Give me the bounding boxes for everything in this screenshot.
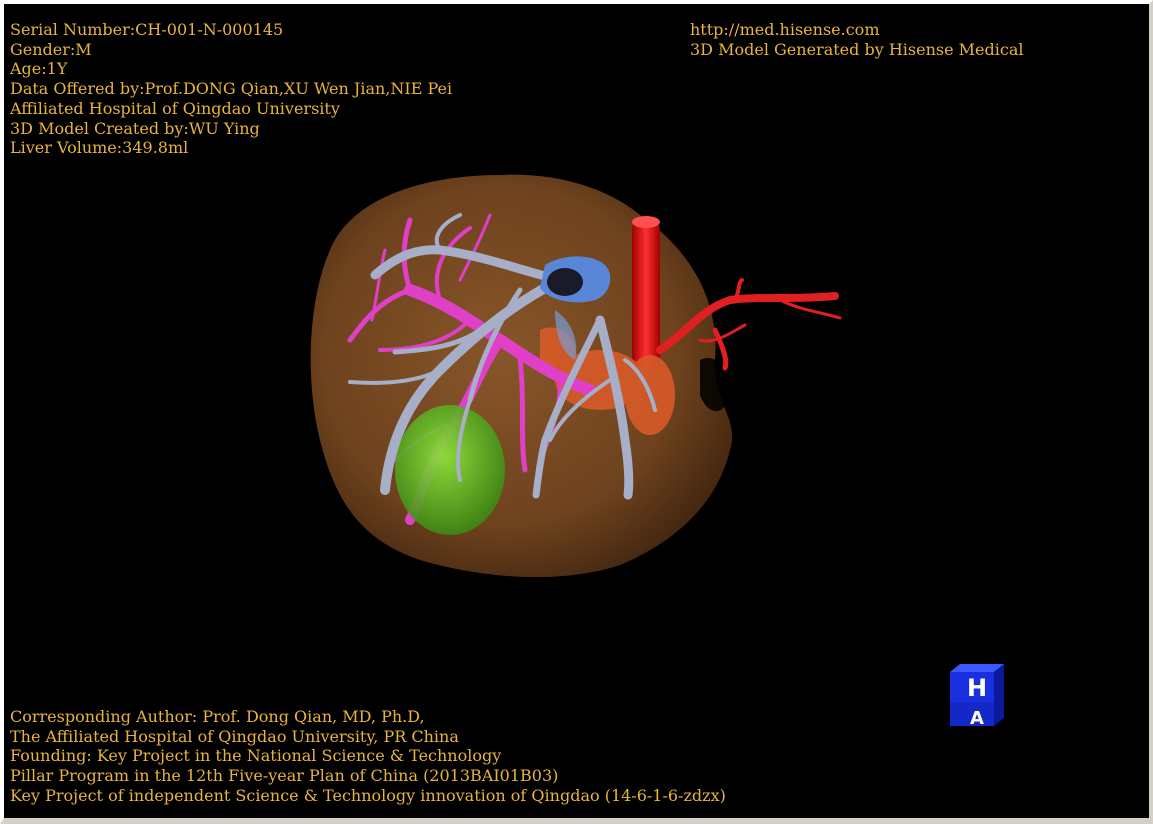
- footer-line-4: Pillar Program in the 12th Five-year Pla…: [10, 766, 559, 786]
- footer-line-3: Founding: Key Project in the National Sc…: [10, 746, 502, 766]
- brand-info: http://med.hisense.com 3D Model Generate…: [690, 20, 1023, 59]
- aorta-top: [632, 216, 660, 228]
- data-offered: Data Offered by:Prof.DONG Qian,XU Wen Ji…: [10, 79, 453, 99]
- footer-line-2: The Affiliated Hospital of Qingdao Unive…: [10, 726, 459, 746]
- hospital: Affiliated Hospital of Qingdao Universit…: [10, 98, 340, 118]
- patient-info: Serial Number:CH-001-N-000145 Gender:M A…: [10, 20, 452, 158]
- liver-volume: Liver Volume:349.8ml: [10, 138, 189, 158]
- footer-line-5: Key Project of independent Science & Tec…: [10, 785, 726, 805]
- serial-number: Serial Number:CH-001-N-000145: [10, 20, 284, 39]
- brand-url: http://med.hisense.com: [690, 20, 880, 39]
- gender: Gender:M: [10, 39, 92, 59]
- aorta: [632, 218, 660, 368]
- brand-generated-by: 3D Model Generated by Hisense Medical: [690, 39, 1024, 59]
- cube-label-top: H: [967, 674, 987, 702]
- credits-footer: Corresponding Author: Prof. Dong Qian, M…: [10, 707, 726, 806]
- cube-label-bottom: A: [970, 708, 984, 729]
- model-created: 3D Model Created by:WU Ying: [10, 118, 260, 138]
- footer-line-1: Corresponding Author: Prof. Dong Qian, M…: [10, 707, 425, 726]
- gallbladder: [395, 405, 505, 535]
- age: Age:1Y: [10, 59, 68, 79]
